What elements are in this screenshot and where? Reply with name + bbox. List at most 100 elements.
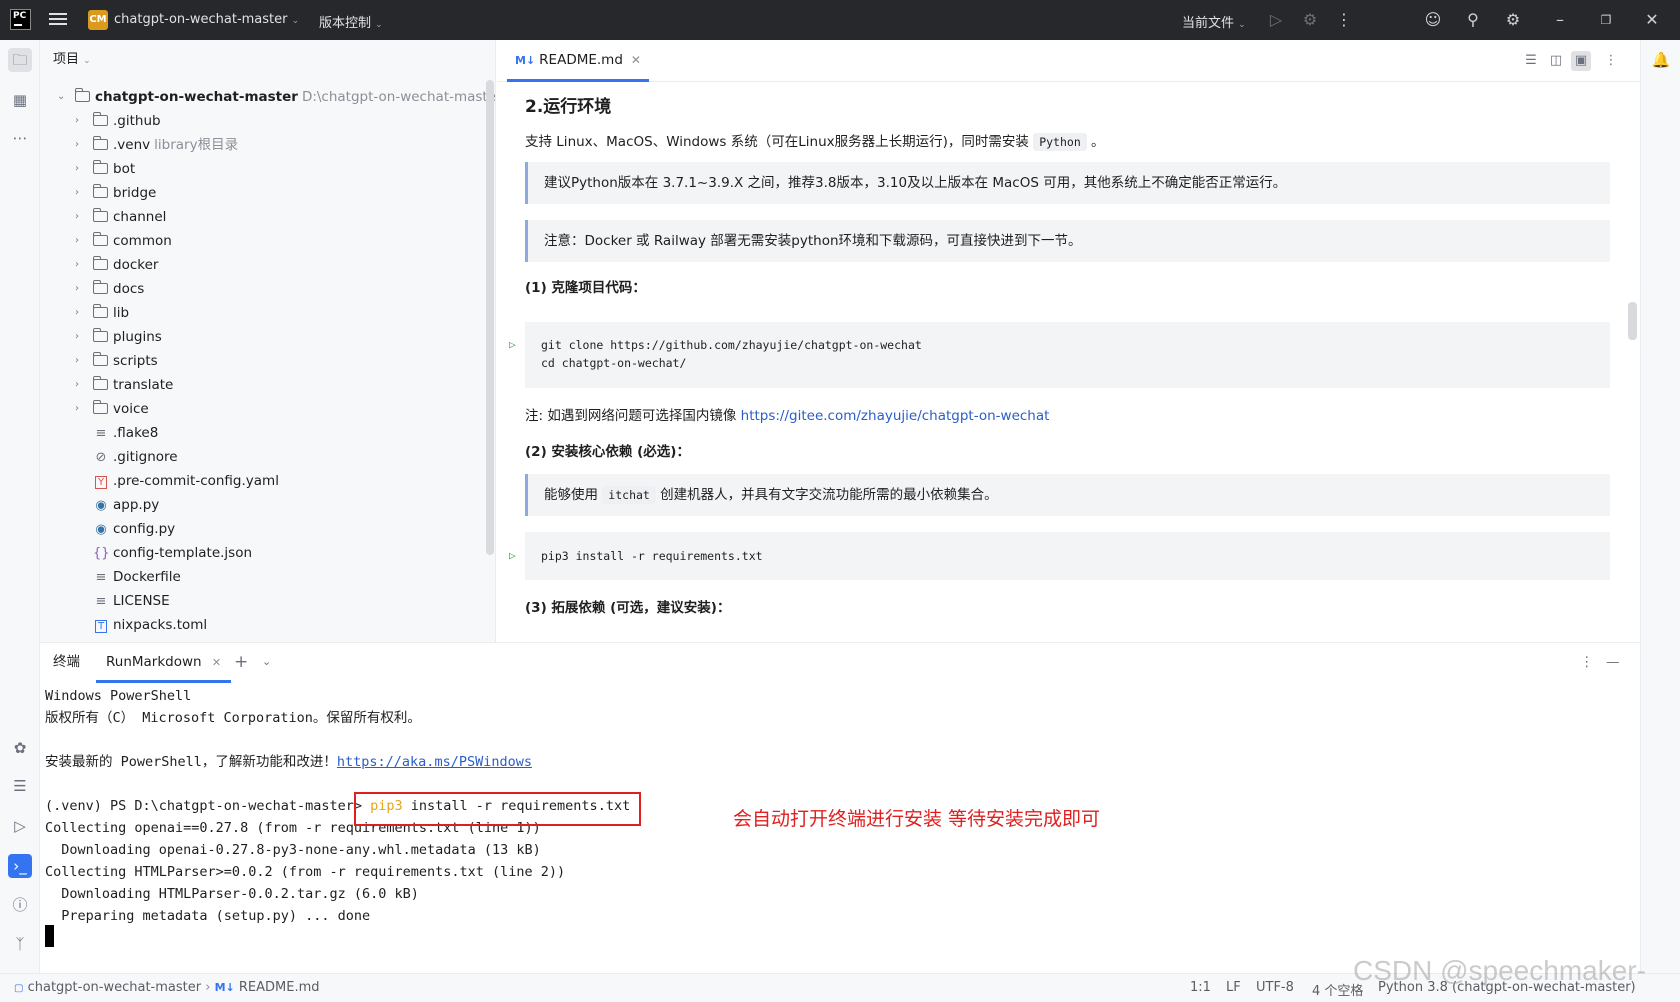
chevron-right-icon: › xyxy=(75,331,79,342)
editor-scrollbar[interactable] xyxy=(1628,302,1637,340)
chevron-right-icon: › xyxy=(75,235,79,246)
chevron-right-icon: › xyxy=(75,307,79,318)
tree-folder-item[interactable]: › bridge xyxy=(75,181,160,205)
tree-folder-item[interactable]: › voice xyxy=(75,397,153,421)
tree-file-item[interactable]: ◉ app.py xyxy=(93,493,159,517)
notifications-bell-icon[interactable]: 🔔 xyxy=(1649,48,1673,72)
minimize-icon[interactable]: – xyxy=(1550,10,1570,30)
folder-icon xyxy=(93,280,108,294)
tree-file-item[interactable]: ≡ Dockerfile xyxy=(93,565,181,589)
caret-position[interactable]: 1:1 xyxy=(1190,980,1211,995)
tree-file-item[interactable]: ≡ LICENSE xyxy=(93,589,170,613)
tree-file-item[interactable]: ◉ config.py xyxy=(93,517,175,541)
search-icon[interactable]: ⚲ xyxy=(1463,10,1483,30)
project-panel-header[interactable]: 项目 ⌄ xyxy=(40,40,495,80)
new-terminal-plus-icon[interactable]: + xyxy=(234,643,248,683)
project-switcher[interactable]: chatgpt-on-wechat-master ⌄ xyxy=(114,12,299,27)
python-packages-icon[interactable]: ✿ xyxy=(8,736,32,760)
more-tools-icon[interactable]: ⋯ xyxy=(8,126,32,150)
close-tab-icon[interactable]: ✕ xyxy=(212,656,221,669)
tree-folder-item[interactable]: › docker xyxy=(75,253,162,277)
paragraph-mirror-note: 注: 如遇到网络问题可选择国内镜像 https://gitee.com/zhay… xyxy=(525,408,1050,424)
project-scrollbar[interactable] xyxy=(486,80,494,555)
chevron-right-icon: › xyxy=(75,115,79,126)
text-file-icon: ≡ xyxy=(95,594,107,609)
terminal-tool-icon[interactable]: ›_ xyxy=(8,854,32,878)
split-view-icon[interactable]: ◫ xyxy=(1546,51,1566,71)
tree-folder-item[interactable]: › plugins xyxy=(75,325,166,349)
maximize-icon[interactable]: ❐ xyxy=(1596,10,1616,30)
heading-deps: (2) 安装核心依赖 (必选)： xyxy=(525,444,690,460)
chevron-right-icon: › xyxy=(75,187,79,198)
services-icon[interactable]: ▷ xyxy=(8,814,32,838)
git-branch-icon[interactable]: ᛉ xyxy=(8,932,32,956)
line-separator[interactable]: LF xyxy=(1226,980,1241,995)
pswindows-link[interactable]: https://aka.ms/PSWindows xyxy=(337,754,532,770)
tree-file-item[interactable]: Tnixpacks.toml xyxy=(93,613,207,637)
highlight-box xyxy=(354,792,641,826)
gitee-link[interactable]: https://gitee.com/zhayujie/chatgpt-on-we… xyxy=(741,408,1050,424)
terminal-line: Preparing metadata (setup.py) ... done xyxy=(45,908,371,924)
chevron-down-icon: ⌄ xyxy=(291,16,300,26)
add-user-icon[interactable]: ☺ xyxy=(1423,10,1443,30)
python-file-icon: ◉ xyxy=(95,522,107,537)
tree-file-item[interactable]: ≡ .flake8 xyxy=(93,421,159,445)
tree-folder-item[interactable]: › translate xyxy=(75,373,177,397)
main-menu-icon[interactable] xyxy=(48,10,68,30)
problems-icon[interactable]: ⓘ xyxy=(8,893,32,917)
tree-file-item[interactable]: Y .pre-commit-config.yaml xyxy=(93,469,279,493)
settings-gear-icon[interactable]: ⚙ xyxy=(1503,10,1523,30)
tree-folder-item[interactable]: › channel xyxy=(75,205,170,229)
pycharm-logo-icon[interactable]: PC xyxy=(10,9,31,30)
tab-terminal[interactable]: 终端 xyxy=(53,643,80,683)
preview-only-icon[interactable]: ▣ xyxy=(1571,51,1591,71)
more-actions-icon[interactable]: ⋮ xyxy=(1334,10,1354,30)
close-tab-icon[interactable]: ✕ xyxy=(631,53,641,67)
run-config-selector[interactable]: 当前文件 ⌄ xyxy=(1182,12,1246,31)
tree-folder-item[interactable]: › scripts xyxy=(75,349,162,373)
annotation-text: 会自动打开终端进行安装 等待安装完成即可 xyxy=(733,808,1101,830)
file-encoding[interactable]: UTF-8 xyxy=(1256,980,1294,995)
close-icon[interactable]: ✕ xyxy=(1642,10,1662,30)
chevron-right-icon: › xyxy=(75,379,79,390)
editor-tabs: M↓ README.md ✕ ☰ ◫ ▣ ⋮ xyxy=(497,40,1640,82)
run-code-icon[interactable]: ▷ xyxy=(509,336,516,354)
folder-icon xyxy=(93,136,108,150)
vcs-menu[interactable]: 版本控制 ⌄ xyxy=(319,12,383,31)
module-icon: ▢ xyxy=(14,983,24,994)
editor-area: M↓ README.md ✕ ☰ ◫ ▣ ⋮ 2.运行环境 支持 Linux、Mac… xyxy=(497,40,1640,642)
terminal-tabs: 终端 RunMarkdown ✕ + ⌄ ⋮ — xyxy=(40,643,1640,683)
tree-folder-item[interactable]: › lib xyxy=(75,301,133,325)
folder-icon xyxy=(93,304,108,318)
terminal-more-icon[interactable]: ⋮ xyxy=(1580,643,1594,683)
breadcrumb[interactable]: ▢ chatgpt-on-wechat-master › M↓ README.m… xyxy=(14,980,320,995)
editor-only-icon[interactable]: ☰ xyxy=(1521,51,1541,71)
tree-folder-item[interactable]: › docs xyxy=(75,277,148,301)
project-tool-icon[interactable]: 🗀 xyxy=(8,48,32,72)
hide-panel-icon[interactable]: — xyxy=(1606,643,1620,683)
tree-file-item[interactable]: ⊘ .gitignore xyxy=(93,445,178,469)
tree-folder-item[interactable]: › .venv library根目录 xyxy=(75,133,238,157)
project-badge-icon[interactable]: CM xyxy=(88,10,108,30)
tree-folder-item[interactable]: › common xyxy=(75,229,176,253)
layers-icon[interactable]: ☰ xyxy=(8,774,32,798)
run-code-icon[interactable]: ▷ xyxy=(509,532,516,580)
quote-python-version: 建议Python版本在 3.7.1~3.9.X 之间，推荐3.8版本，3.10及… xyxy=(525,162,1610,204)
debug-icon[interactable]: ⚙ xyxy=(1300,10,1320,30)
chevron-down-icon[interactable]: ⌄ xyxy=(262,643,271,683)
tab-runmarkdown[interactable]: RunMarkdown ✕ xyxy=(96,643,232,683)
tree-folder-item[interactable]: › bot xyxy=(75,157,139,181)
editor-more-icon[interactable]: ⋮ xyxy=(1601,51,1621,71)
structure-tool-icon[interactable]: ▦ xyxy=(8,88,32,112)
terminal-line: Downloading openai-0.27.8-py3-none-any.w… xyxy=(45,842,541,858)
tree-folder-item[interactable]: › .github xyxy=(75,109,165,133)
tab-readme[interactable]: M↓ README.md ✕ xyxy=(507,40,649,82)
left-tool-strip: 🗀 ▦ ⋯ ✿ ☰ ▷ ›_ ⓘ ᛉ xyxy=(0,40,40,973)
title-bar: PC CM chatgpt-on-wechat-master ⌄ 版本控制 ⌄ … xyxy=(0,0,1680,40)
tree-file-item[interactable]: {} config-template.json xyxy=(93,541,252,565)
tree-root[interactable]: ⌄ chatgpt-on-wechat-master D:\chatgpt-on-… xyxy=(57,85,495,109)
run-icon[interactable]: ▷ xyxy=(1266,10,1286,30)
chevron-right-icon: › xyxy=(75,259,79,270)
chevron-right-icon: › xyxy=(75,163,79,174)
chevron-right-icon: › xyxy=(75,355,79,366)
